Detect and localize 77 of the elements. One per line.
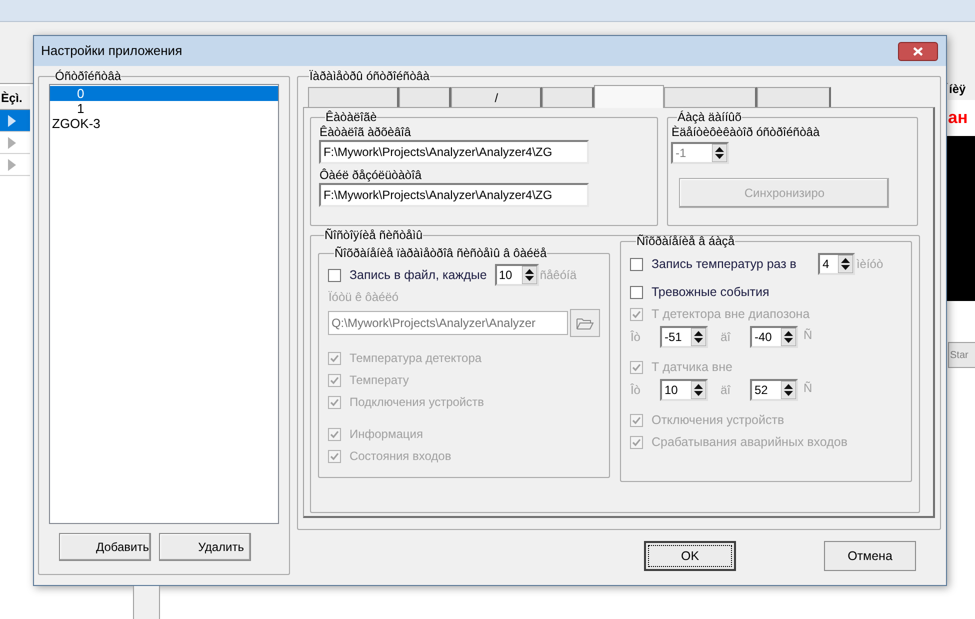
field-label: Èäåíòèôèêàòîð óñòðîéñòâà <box>671 124 821 140</box>
unit-label: Ñ <box>803 380 812 397</box>
checkbox[interactable] <box>630 258 644 270</box>
checkbox[interactable] <box>630 286 644 298</box>
list-item[interactable]: ZGOK-3 <box>50 116 278 131</box>
spinner-field[interactable]: -51 <box>660 326 708 348</box>
folder-icon <box>576 316 594 330</box>
tab[interactable] <box>542 87 594 107</box>
checkbox-label: Т детектора вне диапозона <box>651 306 810 323</box>
field-label: Ïóòü ê ôàéëó <box>328 289 400 306</box>
spin-arrows-icon[interactable] <box>712 144 728 162</box>
spinner-field[interactable]: -1 <box>671 142 730 164</box>
close-button[interactable] <box>898 42 938 60</box>
checkbox-label: Температура детектора <box>349 350 482 367</box>
tab[interactable]: / <box>451 87 542 107</box>
spin-arrows-icon[interactable] <box>838 255 854 273</box>
group-title: Ïàðàìåòðû óñòðîéñòâà <box>309 69 430 83</box>
tab[interactable] <box>757 87 832 107</box>
unit-label: Ñ <box>803 327 812 344</box>
group-title: Êàòàëîãè <box>325 110 377 124</box>
path-field[interactable]: F:\Mywork\Projects\Analyzer\Analyzer4\ZG <box>319 140 590 164</box>
range-label: äî <box>719 329 732 346</box>
status-text: ан <box>948 107 969 129</box>
checkbox-label: Информация <box>349 426 423 443</box>
tab[interactable] <box>399 87 452 107</box>
table-header: íèÿ <box>948 80 975 100</box>
path-field[interactable]: Q:\Mywork\Projects\Analyzer\Analyzer <box>328 311 568 335</box>
tab[interactable] <box>594 85 664 108</box>
unit-label: ñåêóíä <box>540 267 577 284</box>
row-arrow-icon <box>8 114 16 126</box>
unit-label: ìèíóò <box>856 256 884 273</box>
spin-arrows-icon[interactable] <box>522 266 537 284</box>
table-row[interactable] <box>0 110 30 132</box>
close-icon <box>913 46 923 56</box>
group-title: Ñîñòîÿíèå ñèñòåìû <box>324 228 423 242</box>
checkbox[interactable] <box>328 268 342 282</box>
path-field[interactable]: F:\Mywork\Projects\Analyzer\Analyzer4\ZG <box>319 183 590 207</box>
checkbox-label: Тревожные события <box>651 284 770 301</box>
browse-button[interactable] <box>570 309 600 337</box>
spin-arrows-icon[interactable] <box>781 381 796 399</box>
dialog-button[interactable]: Отмена <box>824 541 916 571</box>
checkbox-label: Отключения устройств <box>651 412 784 429</box>
checkbox-label: Т датчика вне <box>651 358 732 376</box>
spinner-field[interactable]: 52 <box>750 379 798 401</box>
spinner-field[interactable]: 10 <box>494 264 539 286</box>
dialog-button[interactable]: OK <box>644 541 736 571</box>
group-title: Óñòðîéñòâà <box>55 69 122 83</box>
window-title: Настройки приложения <box>41 42 182 60</box>
spin-arrows-icon[interactable] <box>691 381 706 399</box>
delete-button[interactable]: Удалить <box>159 533 251 561</box>
tab[interactable] <box>664 87 758 107</box>
spinner-field[interactable]: 10 <box>660 379 708 401</box>
checkbox-label: Запись в файл, каждые <box>349 266 487 284</box>
range-label: Îò <box>630 329 642 346</box>
checkbox-label: Подключения устройств <box>349 394 484 411</box>
field-label: Ôàéë ðåçóëüòàòîâ <box>319 167 423 183</box>
spin-arrows-icon[interactable] <box>781 328 796 346</box>
spinner-field[interactable]: -40 <box>750 326 798 348</box>
range-label: äî <box>719 382 732 399</box>
checkbox-label: Температу <box>349 372 409 389</box>
checkbox-label: Срабатывания аварийных входов <box>651 434 848 451</box>
spinner-field[interactable]: 4 <box>818 253 856 275</box>
row-arrow-icon <box>8 136 16 148</box>
tab[interactable] <box>308 87 400 107</box>
group-title: Áàçà äàííûõ <box>677 110 742 124</box>
row-arrow-icon <box>8 158 16 170</box>
checkbox-label: Запись температур раз в <box>651 256 796 273</box>
field-label: Êàòàëîã àðõèâîâ <box>319 124 412 140</box>
add-button[interactable]: Добавить <box>59 533 151 561</box>
table-header: Èçì. <box>0 86 30 110</box>
group-title: Ñîõðàíåíèå â áàçå <box>636 234 735 248</box>
spin-arrows-icon[interactable] <box>691 328 706 346</box>
list-item[interactable]: 0 <box>50 86 278 101</box>
group-title: Ñîõðàíåíèå ïàðàìåòðîâ ñèñòåìû â ôàéëå <box>334 246 547 260</box>
list-item[interactable]: 1 <box>50 101 278 116</box>
range-label: Îò <box>630 382 642 399</box>
checkbox-label: Состояния входов <box>349 448 452 465</box>
